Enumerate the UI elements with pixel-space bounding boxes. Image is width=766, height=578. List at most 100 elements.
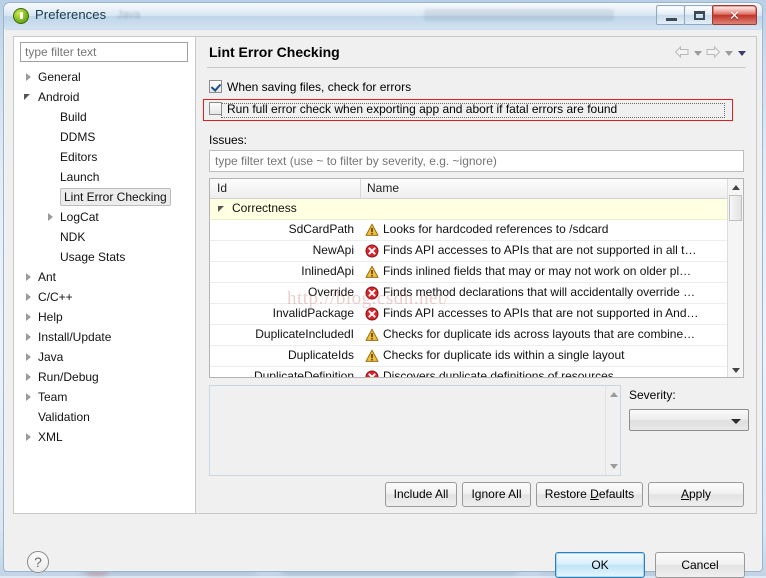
description-scrollbar[interactable] bbox=[605, 386, 620, 475]
sidebar-item-editors[interactable]: Editors bbox=[14, 147, 195, 167]
sidebar-item-label: Run/Debug bbox=[38, 370, 99, 384]
warning-icon bbox=[365, 328, 379, 342]
apply-mnemonic: A bbox=[680, 487, 689, 501]
view-menu-chevron-down-icon[interactable] bbox=[735, 45, 748, 59]
minimize-button[interactable] bbox=[656, 5, 685, 25]
sidebar-item-c-c[interactable]: C/C++ bbox=[14, 287, 195, 307]
table-row[interactable]: DuplicateIncludedI Checks for duplicate i… bbox=[210, 325, 743, 346]
error-icon bbox=[365, 286, 379, 300]
sidebar-item-validation[interactable]: Validation bbox=[14, 407, 195, 427]
sidebar-item-label: Build bbox=[60, 110, 87, 124]
sidebar-item-build[interactable]: Build bbox=[14, 107, 195, 127]
issues-filter-input[interactable] bbox=[209, 150, 744, 172]
checkbox-full-error-check[interactable]: Run full error check when exporting app … bbox=[209, 102, 617, 116]
sidebar-item-run-debug[interactable]: Run/Debug bbox=[14, 367, 195, 387]
sidebar-filter-input[interactable] bbox=[20, 42, 188, 62]
sidebar-item-install-update[interactable]: Install/Update bbox=[14, 327, 195, 347]
sidebar-item-label: Lint Error Checking bbox=[60, 188, 171, 206]
sidebar-item-label: NDK bbox=[60, 230, 86, 244]
sidebar-item-general[interactable]: General bbox=[14, 67, 195, 87]
window-controls: ✕ bbox=[656, 5, 757, 26]
tree-collapsed-arrow-icon[interactable] bbox=[24, 427, 34, 447]
column-divider bbox=[360, 179, 361, 198]
minimize-gloss bbox=[658, 7, 683, 15]
ignore-all-button[interactable]: Ignore All bbox=[462, 482, 531, 507]
forward-arrow-icon[interactable] bbox=[705, 45, 721, 59]
checkbox-save-check-box[interactable] bbox=[209, 80, 222, 93]
description-scroll-down-arrow-icon[interactable] bbox=[610, 464, 618, 469]
close-button[interactable]: ✕ bbox=[712, 5, 757, 25]
help-button[interactable]: ? bbox=[27, 551, 49, 573]
checkbox-save-check[interactable]: When saving files, check for errors bbox=[209, 80, 411, 94]
back-history-chevron-down-icon[interactable] bbox=[691, 45, 704, 59]
table-row[interactable]: DuplicateDefinition Discovers duplicate d… bbox=[210, 367, 743, 377]
ok-button[interactable]: OK bbox=[555, 552, 645, 578]
issues-table[interactable]: Id Name Correctness SdCardPath Looks for h… bbox=[209, 178, 744, 378]
sidebar-item-java[interactable]: Java bbox=[14, 347, 195, 367]
include-all-button[interactable]: Include All bbox=[385, 482, 457, 507]
issues-table-scrollbar[interactable] bbox=[727, 179, 743, 377]
tree-collapsed-arrow-icon[interactable] bbox=[46, 207, 56, 227]
cell-id: Override bbox=[307, 285, 354, 299]
tree-collapsed-arrow-icon[interactable] bbox=[24, 67, 34, 87]
sidebar-item-help[interactable]: Help bbox=[14, 307, 195, 327]
page-nav-toolbar bbox=[673, 45, 748, 59]
sidebar-item-label: LogCat bbox=[60, 210, 99, 224]
table-group-row[interactable]: Correctness bbox=[210, 199, 743, 220]
tree-expanded-arrow-icon[interactable] bbox=[24, 87, 34, 107]
cell-id: DuplicateIds bbox=[287, 348, 354, 362]
restore-defaults-button[interactable]: Restore Defaults bbox=[536, 482, 643, 507]
minimize-icon bbox=[666, 18, 677, 21]
tree-collapsed-arrow-icon[interactable] bbox=[24, 367, 34, 387]
cancel-button[interactable]: Cancel bbox=[655, 552, 745, 578]
restore-defaults-mnemonic: D bbox=[590, 487, 599, 501]
sidebar-item-logcat[interactable]: LogCat bbox=[14, 207, 195, 227]
error-icon bbox=[365, 370, 379, 377]
issues-table-header: Id Name bbox=[210, 179, 743, 199]
checkbox-full-error-check-box[interactable] bbox=[209, 102, 222, 115]
table-row[interactable]: SdCardPath Looks for hardcoded references… bbox=[210, 220, 743, 241]
cell-name: Finds API accesses to APIs that are not … bbox=[361, 304, 743, 324]
severity-dropdown[interactable] bbox=[629, 409, 749, 431]
column-header-name[interactable]: Name bbox=[367, 181, 399, 195]
scroll-up-arrow-icon[interactable] bbox=[728, 179, 743, 194]
description-scroll-up-arrow-icon[interactable] bbox=[610, 392, 618, 397]
scrollbar-thumb[interactable] bbox=[729, 195, 742, 221]
sidebar-item-ddms[interactable]: DDMS bbox=[14, 127, 195, 147]
sidebar-item-xml[interactable]: XML bbox=[14, 427, 195, 447]
table-row[interactable]: DuplicateIds Checks for duplicate ids wit… bbox=[210, 346, 743, 367]
dialog-body: General Android Build DDMS Editors Launch Lint… bbox=[5, 29, 761, 578]
apply-button[interactable]: Apply bbox=[648, 482, 744, 507]
table-row[interactable]: NewApi Finds API accesses to APIs that ar… bbox=[210, 241, 743, 262]
maximize-button[interactable] bbox=[684, 5, 713, 25]
sidebar-item-label: Usage Stats bbox=[60, 250, 126, 264]
tree-collapsed-arrow-icon[interactable] bbox=[24, 327, 34, 347]
tree-collapsed-arrow-icon[interactable] bbox=[24, 307, 34, 327]
sidebar-item-team[interactable]: Team bbox=[14, 387, 195, 407]
sidebar-item-label: General bbox=[38, 70, 81, 84]
issues-table-body: Correctness SdCardPath Looks for hardcoded… bbox=[210, 199, 743, 377]
preferences-tree: General Android Build DDMS Editors Launch Lint… bbox=[14, 67, 195, 447]
sidebar-item-usage-stats[interactable]: Usage Stats bbox=[14, 247, 195, 267]
tree-collapsed-arrow-icon[interactable] bbox=[24, 347, 34, 367]
forward-history-chevron-down-icon[interactable] bbox=[722, 45, 735, 59]
sidebar-item-label: Android bbox=[38, 90, 80, 104]
table-row[interactable]: InlinedApi Finds inlined fields that may … bbox=[210, 262, 743, 283]
tree-collapsed-arrow-icon[interactable] bbox=[24, 267, 34, 287]
sidebar-item-ndk[interactable]: NDK bbox=[14, 227, 195, 247]
sidebar-item-lint-error-checking[interactable]: Lint Error Checking bbox=[14, 187, 195, 207]
back-arrow-icon[interactable] bbox=[674, 45, 690, 59]
tree-collapsed-arrow-icon[interactable] bbox=[24, 387, 34, 407]
tree-collapsed-arrow-icon[interactable] bbox=[24, 287, 34, 307]
issues-label: Issues: bbox=[209, 133, 248, 147]
sidebar-item-launch[interactable]: Launch bbox=[14, 167, 195, 187]
sidebar-item-ant[interactable]: Ant bbox=[14, 267, 195, 287]
table-row[interactable]: Override Finds method declarations that w… bbox=[210, 283, 743, 304]
column-header-id[interactable]: Id bbox=[217, 181, 227, 195]
sidebar-item-label: Launch bbox=[60, 170, 100, 184]
cell-name: Discovers duplicate definitions of resou… bbox=[361, 367, 743, 377]
apply-label-post: pply bbox=[689, 487, 712, 501]
scroll-down-arrow-icon[interactable] bbox=[728, 362, 743, 377]
table-row[interactable]: InvalidPackage Finds API accesses to APIs… bbox=[210, 304, 743, 325]
sidebar-item-android[interactable]: Android bbox=[14, 87, 195, 107]
